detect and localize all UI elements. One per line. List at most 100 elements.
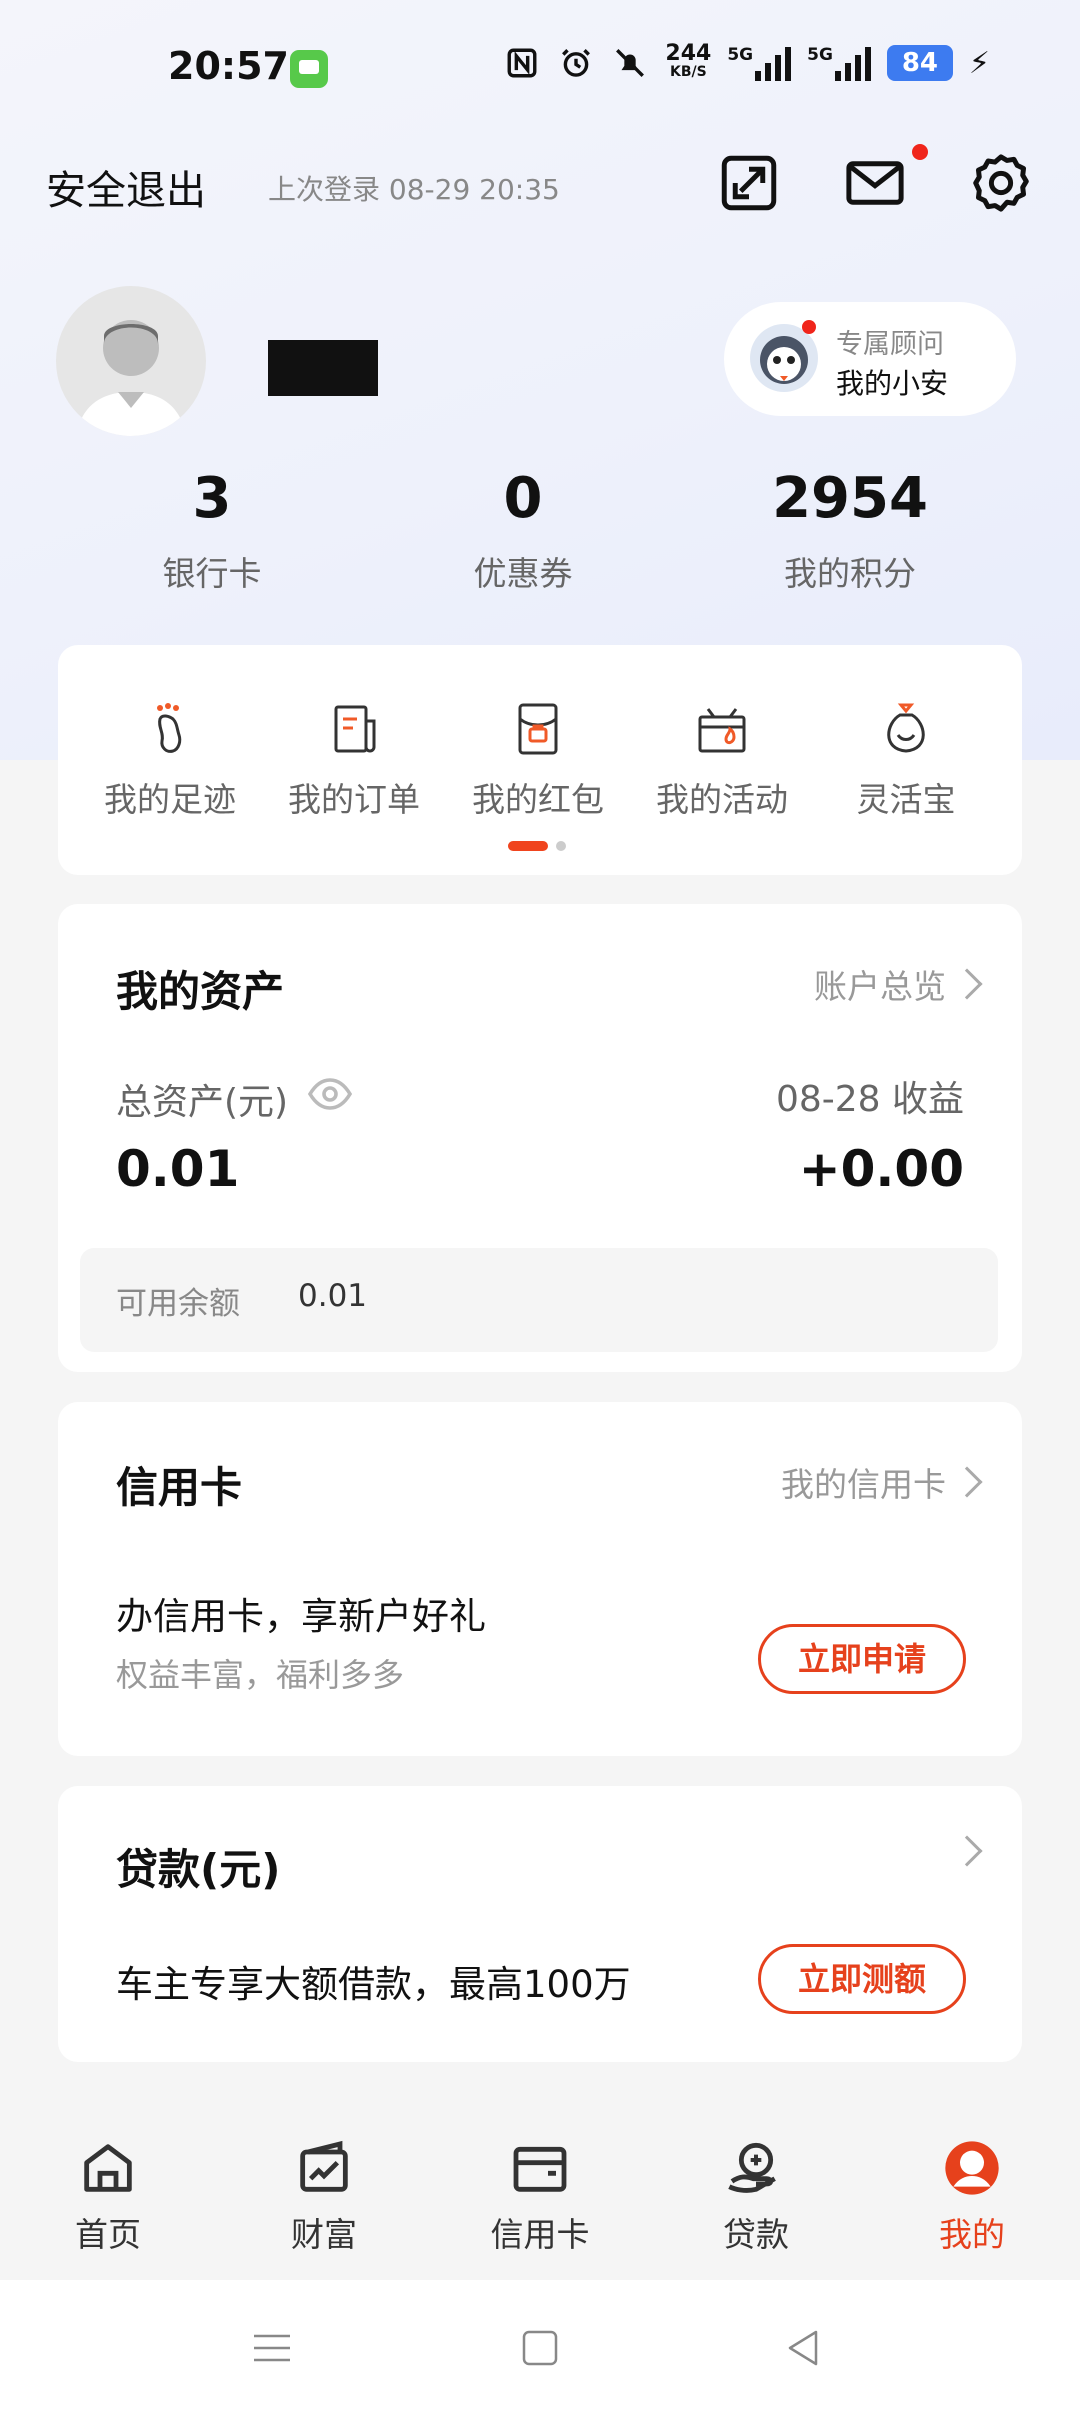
- nav-label: 我的: [939, 2215, 1005, 2254]
- nfc-icon: [503, 44, 541, 82]
- bottom-nav: 首页 财富 信用卡 贷款 我的: [0, 2090, 1080, 2280]
- loan-icon: [728, 2142, 776, 2193]
- credit-card-title: 信用卡: [116, 1463, 243, 1512]
- quick-item-activities[interactable]: 我的活动: [632, 699, 812, 821]
- nav-loan[interactable]: 贷款: [676, 2136, 836, 2256]
- credit-card-headline: 办信用卡，享新户好礼: [116, 1595, 486, 1638]
- nav-wealth[interactable]: 财富: [244, 2136, 404, 2256]
- credit-card-subline: 权益丰富，福利多多: [116, 1656, 405, 1694]
- quick-item-label: 我的足迹: [104, 780, 236, 819]
- account-overview-link[interactable]: 账户总览: [814, 960, 983, 1008]
- order-icon: [334, 705, 376, 753]
- logout-button[interactable]: 安全退出: [46, 158, 206, 216]
- stat-coupons[interactable]: 0 优惠券: [403, 466, 643, 595]
- stat-points[interactable]: 2954 我的积分: [730, 466, 970, 595]
- status-icons: 244 KB/S 5G 5G 84 ⚡: [503, 41, 990, 82]
- profile-icon: [945, 2141, 999, 2195]
- earnings-label: 08-28 收益: [775, 1079, 964, 1120]
- stat-bank-cards[interactable]: 3 银行卡: [92, 466, 332, 595]
- apply-now-button[interactable]: 立即申请: [758, 1624, 966, 1694]
- home-icon: [84, 2144, 132, 2192]
- my-credit-card-label: 我的信用卡: [781, 1465, 946, 1504]
- quick-item-flexible-treasure[interactable]: 灵活宝: [816, 699, 996, 821]
- loan-headline: 车主专享大额借款，最高100万: [116, 1963, 631, 2006]
- loan-section: 贷款(元) 车主专享大额借款，最高100万 立即测额: [58, 1786, 1022, 2062]
- nav-label: 财富: [291, 2215, 357, 2254]
- chevron-right-icon: [951, 1835, 983, 1867]
- back-icon[interactable]: [784, 2328, 824, 2372]
- advisor-title: 专属顾问: [836, 329, 944, 360]
- stat-label: 优惠券: [473, 554, 573, 593]
- footprint-icon: [157, 703, 182, 753]
- charging-icon: ⚡: [968, 45, 990, 81]
- username-redacted: [268, 340, 378, 396]
- account-overview-label: 账户总览: [814, 967, 946, 1006]
- assets-title: 我的资产: [116, 967, 285, 1016]
- total-assets-label: 总资产(元): [116, 1081, 289, 1123]
- nav-label: 信用卡: [490, 2215, 590, 2254]
- status-time: 20:57: [168, 44, 289, 88]
- alarm-icon: [557, 44, 595, 82]
- network-speed: 244 KB/S: [665, 41, 712, 81]
- stat-label: 银行卡: [162, 554, 262, 593]
- stat-value: 2954: [772, 466, 928, 531]
- mail-icon[interactable]: [842, 150, 908, 216]
- stat-value: 0: [503, 466, 543, 531]
- advisor-notification-dot: [802, 320, 816, 334]
- my-credit-card-link[interactable]: 我的信用卡: [781, 1458, 983, 1506]
- nav-home[interactable]: 首页: [28, 2136, 188, 2256]
- quick-item-label: 灵活宝: [856, 780, 956, 819]
- nav-profile[interactable]: 我的: [892, 2136, 1052, 2256]
- money-bag-icon: [887, 703, 925, 753]
- assets-card: 我的资产 账户总览 总资产(元) 08-28 收益 0.01 +0.00 可用余…: [58, 904, 1022, 1372]
- home-square-icon[interactable]: [520, 2328, 560, 2372]
- chevron-right-icon: [951, 968, 983, 1000]
- available-balance-row[interactable]: 可用余额 0.01: [80, 1248, 998, 1352]
- quick-item-label: 我的订单: [288, 780, 420, 819]
- loan-link[interactable]: [951, 1835, 983, 1867]
- advisor-name: 我的小安: [836, 367, 949, 400]
- advisor-button[interactable]: 专属顾问 我的小安: [724, 302, 1016, 416]
- mute-icon: [611, 44, 649, 82]
- page-dot: [556, 841, 566, 851]
- eye-icon[interactable]: [306, 1070, 354, 1127]
- gear-icon[interactable]: [968, 150, 1034, 216]
- quick-item-footprint[interactable]: 我的足迹: [80, 699, 260, 821]
- chevron-right-icon: [951, 1466, 983, 1498]
- stat-value: 3: [192, 466, 232, 531]
- red-packet-icon: [518, 703, 558, 755]
- signal-sim1: 5G: [727, 45, 792, 81]
- page-indicator: [508, 841, 566, 851]
- last-login-text: 上次登录 08-29 20:35: [268, 173, 560, 206]
- battery-indicator: 84: [886, 45, 953, 81]
- total-assets-value: 0.01: [116, 1140, 240, 1198]
- advisor-mascot-icon: [750, 324, 818, 392]
- avatar[interactable]: [56, 286, 206, 436]
- wealth-icon: [300, 2140, 348, 2192]
- page-dot-active: [508, 841, 548, 851]
- menu-icon[interactable]: [252, 2328, 292, 2372]
- earnings-value: +0.00: [798, 1140, 964, 1198]
- loan-title: 贷款(元): [116, 1845, 281, 1894]
- mail-notification-dot: [912, 144, 928, 160]
- quick-item-label: 我的活动: [656, 780, 788, 819]
- check-limit-button[interactable]: 立即测额: [758, 1944, 966, 2014]
- chat-notification-icon: [290, 50, 328, 88]
- quick-menu: 我的足迹 我的订单 我的红包 我的活动 灵活宝: [58, 645, 1022, 875]
- balance-label: 可用余额: [116, 1286, 240, 1322]
- quick-item-label: 我的红包: [472, 780, 604, 819]
- system-nav-bar: [0, 2280, 1080, 2412]
- credit-card-section: 信用卡 我的信用卡 办信用卡，享新户好礼 权益丰富，福利多多 立即申请: [58, 1402, 1022, 1756]
- quick-item-orders[interactable]: 我的订单: [264, 699, 444, 821]
- activity-icon: [698, 708, 746, 753]
- signal-sim2: 5G: [807, 45, 871, 81]
- nav-credit-card[interactable]: 信用卡: [460, 2136, 620, 2256]
- quick-item-red-packet[interactable]: 我的红包: [448, 699, 628, 821]
- balance-value: 0.01: [298, 1278, 368, 1314]
- nav-label: 贷款: [723, 2215, 789, 2254]
- share-icon[interactable]: [716, 150, 782, 216]
- total-assets-label-row: 总资产(元): [116, 1070, 354, 1127]
- stat-label: 我的积分: [784, 554, 916, 593]
- card-icon: [513, 2146, 567, 2192]
- nav-label: 首页: [75, 2215, 141, 2254]
